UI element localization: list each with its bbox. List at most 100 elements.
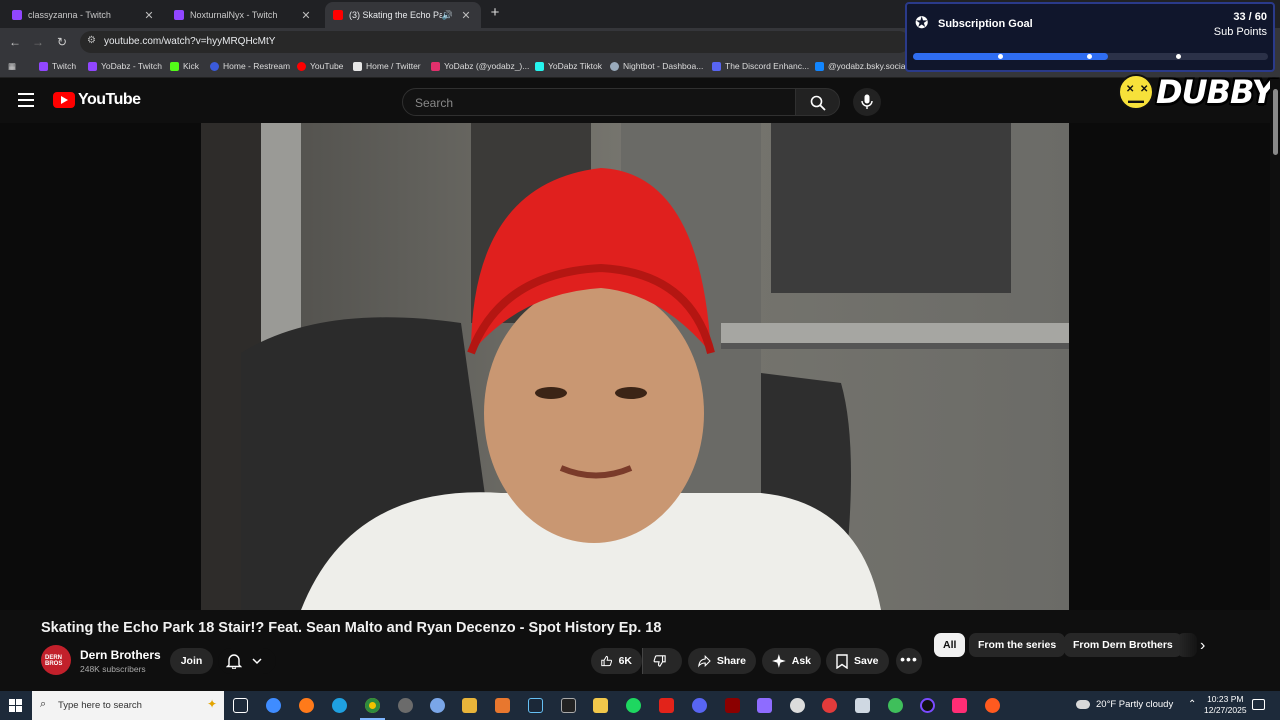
chip-fade	[1178, 633, 1202, 657]
app-icon[interactable]	[985, 698, 1000, 713]
bookmark-kick[interactable]: Kick	[170, 61, 199, 71]
chip-from-dern-brothers[interactable]: From Dern Brothers	[1064, 633, 1182, 657]
close-tab-icon[interactable]: ✕	[459, 9, 473, 22]
copilot-icon[interactable]	[266, 698, 281, 713]
bookmark-instagram[interactable]: YoDabz (@yodabz_)...	[431, 61, 529, 71]
twitch-favicon-icon	[12, 10, 22, 20]
file-explorer-icon[interactable]	[462, 698, 477, 713]
chevron-down-icon	[252, 658, 262, 665]
address-bar[interactable]: ⚙ youtube.com/watch?v=hyyMRQHcMtY	[80, 31, 910, 53]
search-button[interactable]	[795, 88, 840, 116]
app-icon[interactable]	[855, 698, 870, 713]
save-button[interactable]: Save	[826, 648, 889, 674]
feather-app-icon[interactable]	[757, 698, 772, 713]
like-button[interactable]: 6K	[591, 648, 642, 674]
notification-center-icon[interactable]	[1252, 699, 1265, 710]
bookmark-bluesky[interactable]: @yodabz.bsky.socia...	[815, 61, 913, 71]
search-icon	[810, 95, 826, 111]
task-view-icon[interactable]	[233, 698, 248, 713]
more-actions-button[interactable]: •••	[896, 648, 922, 674]
settings-icon[interactable]	[790, 698, 805, 713]
channel-name[interactable]: Dern Brothers	[80, 648, 161, 662]
taskbar-search-placeholder: Type here to search	[58, 700, 142, 711]
tiktok-icon[interactable]	[952, 698, 967, 713]
bookmark-discord-enhancement[interactable]: The Discord Enhanc...	[712, 61, 809, 71]
tab-title: NoxturnalNyx - Twitch	[190, 10, 278, 20]
scrollbar-thumb[interactable]	[1273, 89, 1278, 155]
windows-start-icon[interactable]	[9, 699, 22, 712]
discord-icon[interactable]	[692, 698, 707, 713]
tiktok-icon	[535, 61, 544, 71]
new-tab-button[interactable]: +	[486, 4, 504, 22]
app-icon[interactable]	[920, 698, 935, 713]
site-info-icon[interactable]: ⚙	[87, 35, 96, 46]
bookmark-label: The Discord Enhanc...	[725, 61, 810, 71]
bookmark-label: Home - Restream	[223, 61, 291, 71]
app-icon[interactable]	[430, 698, 445, 713]
bookmark-yodabz-twitch[interactable]: YoDabz - Twitch	[88, 61, 162, 71]
chip-all[interactable]: All	[934, 633, 966, 657]
bookmark-nightbot[interactable]: Nightbot - Dashboa...	[610, 61, 703, 71]
back-icon[interactable]: ←	[6, 33, 24, 51]
weather-text: 20°F Partly cloudy	[1096, 699, 1174, 710]
notification-bell-button[interactable]	[218, 648, 276, 674]
share-button[interactable]: Share	[688, 648, 756, 674]
search-placeholder: Search	[415, 96, 454, 110]
vlc-icon[interactable]	[495, 698, 510, 713]
system-tray-chevron-icon[interactable]: ⌃	[1188, 699, 1196, 710]
search-input[interactable]: Search	[402, 88, 796, 116]
bookmark-twitter[interactable]: Home / Twitter	[353, 61, 421, 71]
discord-icon	[712, 61, 721, 71]
bookmark-twitch[interactable]: Twitch	[39, 61, 76, 71]
search-icon: ⌕	[40, 698, 47, 710]
epic-games-icon[interactable]	[561, 698, 576, 713]
forward-icon[interactable]: →	[29, 33, 47, 51]
video-player[interactable]	[0, 123, 1270, 610]
nightbot-icon	[610, 61, 619, 71]
steam-icon[interactable]	[528, 698, 543, 713]
video-frame[interactable]	[201, 123, 1069, 610]
apps-grid-icon[interactable]: ▦	[8, 61, 16, 72]
youtube-logo[interactable]: YouTube	[53, 91, 141, 109]
edge-icon[interactable]	[332, 698, 347, 713]
close-tab-icon[interactable]: ✕	[142, 9, 156, 22]
app-icon[interactable]	[593, 698, 608, 713]
bookmark-tiktok[interactable]: YoDabz Tiktok	[535, 61, 602, 71]
app-icon[interactable]	[725, 698, 740, 713]
page-scrollbar[interactable]	[1270, 79, 1280, 691]
chip-from-the-series[interactable]: From the series	[969, 633, 1066, 657]
obs-icon[interactable]	[398, 698, 413, 713]
ask-label: Ask	[791, 655, 811, 667]
ask-button[interactable]: Ask	[762, 648, 821, 674]
spotify-icon[interactable]	[626, 698, 641, 713]
star-icon: ✪	[915, 15, 929, 32]
sparkle-icon	[772, 654, 786, 668]
app-icon[interactable]	[659, 698, 674, 713]
system-clock[interactable]: 10:23 PM 12/27/2025	[1204, 694, 1247, 716]
chrome-icon[interactable]	[360, 698, 385, 720]
search-highlight-icon: ✦	[207, 697, 218, 711]
tab-youtube-video[interactable]: (3) Skating the Echo Park 18 🔊 ✕	[325, 2, 481, 28]
reload-icon[interactable]: ↻	[53, 33, 71, 51]
join-button[interactable]: Join	[170, 648, 213, 674]
weather-widget[interactable]: 20°F Partly cloudy	[1076, 699, 1173, 710]
tab-classyzanna[interactable]: classyzanna - Twitch ✕	[4, 2, 164, 28]
firefox-icon[interactable]	[299, 698, 314, 713]
channel-avatar[interactable]: DERN BROS	[41, 645, 71, 675]
voice-search-button[interactable]	[853, 88, 881, 116]
chevron-right-icon[interactable]: ›	[1200, 637, 1205, 655]
goal-progress-fill	[913, 53, 1109, 60]
taskbar-search-input[interactable]: ⌕ Type here to search ✦	[32, 691, 224, 720]
youtube-header: YouTube Search	[0, 79, 1280, 123]
bookmark-restream[interactable]: Home - Restream	[210, 61, 290, 71]
dislike-button[interactable]	[642, 648, 682, 674]
menu-icon[interactable]	[18, 93, 34, 107]
url-text: youtube.com/watch?v=hyyMRQHcMtY	[104, 36, 276, 47]
close-tab-icon[interactable]: ✕	[299, 9, 313, 22]
app-icon[interactable]	[822, 698, 837, 713]
app-icon[interactable]	[888, 698, 903, 713]
bookmark-label: YoDabz Tiktok	[548, 61, 603, 71]
speaker-icon[interactable]: 🔊	[442, 10, 453, 21]
bookmark-youtube[interactable]: YouTube	[297, 61, 343, 71]
tab-noxturnalnyx[interactable]: NoxturnalNyx - Twitch ✕	[166, 2, 321, 28]
